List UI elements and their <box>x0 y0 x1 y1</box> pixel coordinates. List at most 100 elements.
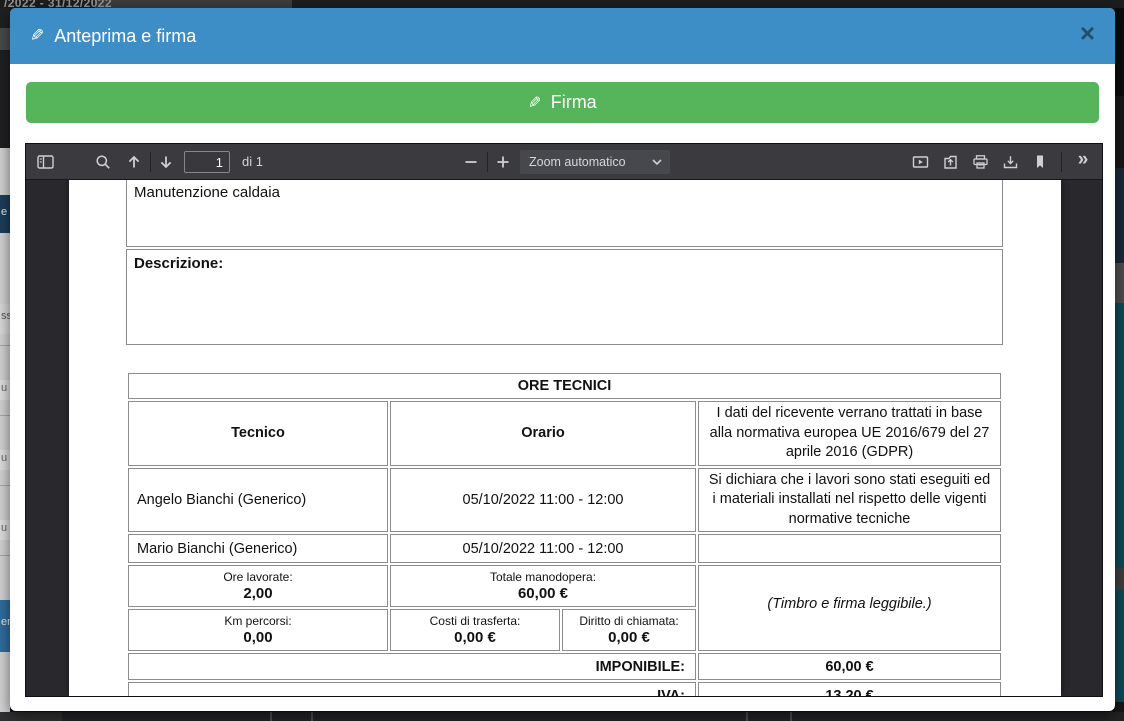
background-text-fragment: ss <box>1 310 10 322</box>
chevron-down-icon <box>652 159 662 165</box>
background-fragment: er <box>0 600 10 652</box>
background-fragment: e <box>0 195 10 233</box>
background-fragment <box>1115 303 1124 568</box>
bookmark-button[interactable] <box>1027 149 1053 175</box>
preview-sign-modal: ✎ Anteprima e firma × ✎ Firma <box>10 8 1115 711</box>
timbro-firma-cell: (Timbro e firma leggibile.) <box>698 565 1001 651</box>
km-percorsi-cell: Km percorsi: 0,00 <box>128 609 388 651</box>
km-percorsi-value: 0,00 <box>129 629 387 647</box>
search-button[interactable] <box>90 149 116 175</box>
background-right-edge <box>1115 8 1124 712</box>
background-fragment <box>270 712 272 721</box>
pencil-icon: ✎ <box>30 26 44 46</box>
background-date-range: /2022 - 31/12/2022 <box>4 0 112 8</box>
toolbar-separator <box>150 152 151 172</box>
totale-manodopera-value: 60,00 € <box>391 585 695 603</box>
open-file-button[interactable] <box>937 149 963 175</box>
background-fragment <box>0 712 62 721</box>
toolbar-right-group: » <box>907 149 1096 175</box>
background-fragment <box>1115 8 1124 96</box>
close-button[interactable]: × <box>1080 20 1095 46</box>
intervention-title-box: Manutenzione caldaia <box>126 180 1003 247</box>
table-header-row: Tecnico Orario I dati del ricevente verr… <box>128 401 1001 466</box>
background-fragment: u <box>0 520 10 540</box>
open-file-icon <box>942 154 959 170</box>
pencil-icon: ✎ <box>528 93 541 113</box>
presentation-mode-button[interactable] <box>907 149 933 175</box>
table-row: Mario Bianchi (Generico) 05/10/2022 11:0… <box>128 534 1001 563</box>
pdf-viewer: di 1 Zoom automatico <box>25 143 1103 697</box>
background-date-box <box>95 0 292 8</box>
table-title: ORE TECNICI <box>128 373 1001 399</box>
page-count-label: di 1 <box>242 154 263 169</box>
gdpr-note: I dati del ricevente verrano trattati in… <box>698 401 1001 466</box>
background-fragment: u <box>0 380 10 400</box>
next-page-button[interactable] <box>153 149 179 175</box>
sidebar-toggle-button[interactable] <box>32 149 58 175</box>
costi-trasferta-value: 0,00 € <box>391 629 559 647</box>
minus-icon <box>463 154 479 170</box>
tecnico-name: Angelo Bianchi (Generico) <box>128 468 388 533</box>
description-label: Descrizione: <box>134 255 223 272</box>
summary-row: IVA: 13,20 € <box>128 682 1001 696</box>
toolbar-overflow-button[interactable]: » <box>1070 149 1096 175</box>
orario-value: 05/10/2022 11:00 - 12:00 <box>390 534 696 563</box>
page-number-input[interactable] <box>184 151 230 173</box>
background-fragment <box>1115 590 1124 702</box>
ore-tecnici-table: ORE TECNICI Tecnico Orario I dati del ri… <box>126 371 1003 696</box>
bookmark-icon <box>1033 154 1047 170</box>
download-button[interactable] <box>997 149 1023 175</box>
tecnico-name: Mario Bianchi (Generico) <box>128 534 388 563</box>
background-text-fragment: u <box>1 452 7 464</box>
modal-header: ✎ Anteprima e firma × <box>10 8 1115 64</box>
background-fragment: ss <box>0 304 10 334</box>
background-fragment <box>1115 168 1124 263</box>
previous-page-button[interactable] <box>121 149 147 175</box>
search-icon <box>95 154 111 170</box>
modal-title: Anteprima e firma <box>54 26 196 47</box>
toolbar-separator <box>1061 152 1062 172</box>
zoom-out-button[interactable] <box>458 149 484 175</box>
background-fragment <box>1115 263 1124 303</box>
presentation-mode-icon <box>912 154 929 170</box>
description-box: Descrizione: <box>126 249 1003 345</box>
intervention-title: Manutenzione caldaia <box>134 184 280 201</box>
background-fragment <box>746 712 748 721</box>
background-text-fragment: u <box>1 522 7 534</box>
costi-trasferta-cell: Costi di trasferta: 0,00 € <box>390 609 560 651</box>
table-title-row: ORE TECNICI <box>128 373 1001 399</box>
table-row: Angelo Bianchi (Generico) 05/10/2022 11:… <box>128 468 1001 533</box>
plus-icon <box>495 154 511 170</box>
background-fragment <box>790 712 792 721</box>
col-header-orario: Orario <box>390 401 696 466</box>
background-fragment <box>0 28 10 50</box>
col-header-tecnico: Tecnico <box>128 401 388 466</box>
background-bottom-strip <box>0 712 1124 721</box>
totals-row-1: Ore lavorate: 2,00 Totale manodopera: 60… <box>128 565 1001 607</box>
orario-value: 05/10/2022 11:00 - 12:00 <box>390 468 696 533</box>
screen: /2022 - 31/12/2022 e ss u u u er <box>0 0 1124 721</box>
zoom-in-button[interactable] <box>490 149 516 175</box>
background-fragment <box>0 345 10 346</box>
dichiarazione-note: Si dichiara che i lavori sono stati eseg… <box>698 468 1001 533</box>
ore-lavorate-label: Ore lavorate: <box>129 570 387 585</box>
zoom-select[interactable]: Zoom automatico <box>520 150 670 174</box>
diritto-chiamata-value: 0,00 € <box>563 629 695 647</box>
background-text-fragment: er <box>1 616 10 628</box>
summary-value: 13,20 € <box>698 682 1001 696</box>
pdf-canvas-area[interactable]: Manutenzione caldaia Descrizione: ORE TE… <box>26 180 1102 696</box>
summary-label: IMPONIBILE: <box>128 653 696 680</box>
summary-row: IMPONIBILE: 60,00 € <box>128 653 1001 680</box>
print-button[interactable] <box>967 149 993 175</box>
totale-manodopera-label: Totale manodopera: <box>391 570 695 585</box>
pdf-page: Manutenzione caldaia Descrizione: ORE TE… <box>69 180 1061 696</box>
toolbar-separator <box>487 152 488 172</box>
background-fragment <box>1115 568 1124 590</box>
arrow-up-icon <box>126 154 142 170</box>
pdf-toolbar: di 1 Zoom automatico <box>26 144 1102 180</box>
firma-button-label: Firma <box>551 92 597 113</box>
firma-button[interactable]: ✎ Firma <box>26 82 1099 123</box>
background-top-bar: /2022 - 31/12/2022 <box>0 0 1124 8</box>
background-fragment <box>0 555 10 556</box>
diritto-chiamata-cell: Diritto di chiamata: 0,00 € <box>562 609 696 651</box>
